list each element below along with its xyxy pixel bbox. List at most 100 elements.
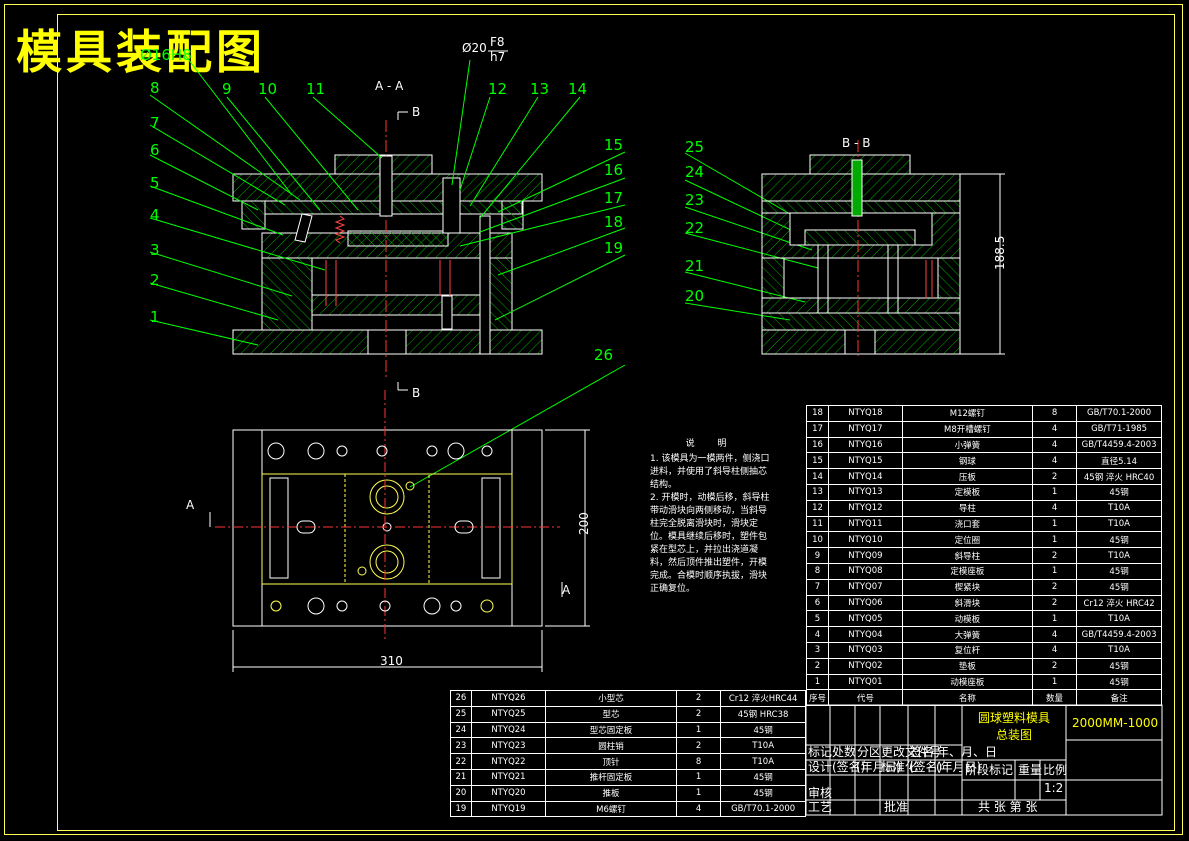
cut-a-left: A bbox=[186, 498, 195, 512]
bom-row: 22 NTYQ22 顶针 8 T10A bbox=[450, 753, 806, 770]
bom-cell: 动模座板 bbox=[901, 673, 1033, 691]
bom-cell: 9 bbox=[805, 547, 830, 564]
bom-cell: T10A bbox=[1076, 515, 1162, 533]
section-bb-label: B - B bbox=[842, 136, 870, 150]
bom-row: 11 NTYQ11 浇口套 1 T10A bbox=[805, 515, 1162, 533]
bom-cell: 13 bbox=[805, 483, 830, 501]
bom-cell: 16 bbox=[805, 436, 830, 454]
bom-cell: GB/T71-1985 bbox=[1076, 420, 1162, 438]
bom-cell: 10 bbox=[805, 531, 830, 549]
balloon-9: 9 bbox=[222, 80, 232, 98]
bom-cell: 推杆固定板 bbox=[545, 768, 678, 786]
bom-cell: 19 bbox=[450, 800, 472, 818]
cut-a-right: A bbox=[562, 583, 571, 597]
bom-row: 18 NTYQ18 M12螺钉 8 GB/T70.1-2000 bbox=[805, 405, 1162, 422]
bom-cell: 型芯固定板 bbox=[545, 721, 678, 739]
bom-cell: NTYQ16 bbox=[828, 436, 903, 454]
bom-cell: NTYQ19 bbox=[470, 800, 547, 818]
bom-cell: 45钢 bbox=[1076, 562, 1162, 580]
bom-row: 2 NTYQ02 垫板 2 45钢 bbox=[805, 657, 1162, 675]
bom-cell: 圆柱销 bbox=[545, 737, 678, 755]
bom-cell: 2 bbox=[1031, 547, 1078, 564]
balloon-26: 26 bbox=[594, 346, 613, 364]
bom-row: 1 NTYQ01 动模座板 1 45钢 bbox=[805, 673, 1162, 691]
bom-cell: 8 bbox=[676, 753, 722, 770]
bom-cell: 4 bbox=[1031, 499, 1078, 517]
bom-cell: 钢球 bbox=[901, 452, 1033, 470]
bom-cell: 11 bbox=[805, 515, 830, 533]
balloon-13: 13 bbox=[530, 80, 549, 98]
plan-view bbox=[215, 390, 560, 640]
bom-cell: M12螺钉 bbox=[901, 405, 1033, 422]
section-aa-label: A - A bbox=[375, 79, 404, 93]
bom-row: 12 NTYQ12 导柱 4 T10A bbox=[805, 499, 1162, 517]
bom-cell: 序号 bbox=[805, 689, 830, 707]
bom-cell: NTYQ03 bbox=[828, 641, 903, 659]
bom-cell: 定位圈 bbox=[901, 531, 1033, 549]
bom-cell: 1 bbox=[676, 784, 722, 802]
bom-cell: 1 bbox=[805, 673, 830, 691]
balloon-8: 8 bbox=[150, 79, 160, 97]
bom-table-right: 18 NTYQ18 M12螺钉 8 GB/T70.1-2000 17 NTYQ17 M8开槽螺… bbox=[805, 405, 1162, 707]
bom-cell: Cr12 淬火HRC44 bbox=[720, 690, 806, 707]
bom-cell: GB/T4459.4-2003 bbox=[1076, 436, 1162, 454]
bom-row: 15 NTYQ15 钢球 4 直径5.14 bbox=[805, 452, 1162, 470]
bom-cell: 45钢 淬火 HRC40 bbox=[1076, 468, 1162, 485]
bom-cell: 大弹簧 bbox=[901, 626, 1033, 643]
bom-cell: 15 bbox=[805, 452, 830, 470]
bom-row: 23 NTYQ23 圆柱销 2 T10A bbox=[450, 737, 806, 755]
bom-cell: 21 bbox=[450, 768, 472, 786]
bom-cell: 6 bbox=[805, 594, 830, 612]
bom-cell: NTYQ25 bbox=[470, 705, 547, 723]
balloon-18: 18 bbox=[604, 213, 623, 231]
bom-row: 26 NTYQ26 小型芯 2 Cr12 淬火HRC44 bbox=[450, 690, 806, 707]
bom-cell: 1 bbox=[1031, 531, 1078, 549]
bom-cell: 小型芯 bbox=[545, 690, 678, 707]
fit-bottom: h7 bbox=[490, 50, 505, 64]
drawing-code: 2000MM-1000 bbox=[1072, 716, 1159, 730]
bom-cell: 定模座板 bbox=[901, 562, 1033, 580]
bom-table-left: 26 NTYQ26 小型芯 2 Cr12 淬火HRC44 25 NTYQ25 型芯 2 45钢 H… bbox=[450, 690, 806, 818]
bom-cell: 8 bbox=[805, 562, 830, 580]
bom-cell: NTYQ04 bbox=[828, 626, 903, 643]
bom-cell: M8开槽螺钉 bbox=[901, 420, 1033, 438]
bom-cell: NTYQ11 bbox=[828, 515, 903, 533]
dim-height: 200 bbox=[577, 512, 591, 535]
balloon-21: 21 bbox=[685, 257, 704, 275]
bom-cell: 22 bbox=[450, 753, 472, 770]
balloon-25: 25 bbox=[685, 138, 704, 156]
balloon-ghost: Ø16H8 bbox=[140, 46, 192, 64]
bom-row: 9 NTYQ09 斜导柱 2 T10A bbox=[805, 547, 1162, 564]
bom-row: 20 NTYQ20 推板 1 45钢 bbox=[450, 784, 806, 802]
bom-cell: 24 bbox=[450, 721, 472, 739]
bom-cell: 垫板 bbox=[901, 657, 1033, 675]
bom-row: 19 NTYQ19 M6螺钉 4 GB/T70.1-2000 bbox=[450, 800, 806, 818]
bom-cell: NTYQ20 bbox=[470, 784, 547, 802]
balloon-5: 5 bbox=[150, 174, 160, 192]
bom-cell: NTYQ06 bbox=[828, 594, 903, 612]
bom-cell: NTYQ14 bbox=[828, 468, 903, 485]
dim-side: 188.5 bbox=[993, 236, 1007, 270]
technical-notes: 说 明 1. 该模具为一模两件，侧浇口进料，并使用了斜导柱侧抽芯结构。 2. 开… bbox=[650, 438, 772, 596]
bom-cell: 45钢 bbox=[1076, 483, 1162, 501]
bom-cell: 名称 bbox=[901, 689, 1033, 707]
bom-cell: 斜导柱 bbox=[901, 547, 1033, 564]
bom-cell: 1 bbox=[1031, 515, 1078, 533]
notes-line-1: 1. 该模具为一模两件，侧浇口进料，并使用了斜导柱侧抽芯结构。 bbox=[650, 454, 770, 490]
bom-row: 24 NTYQ24 型芯固定板 1 45钢 bbox=[450, 721, 806, 739]
bom-cell: 备注 bbox=[1076, 689, 1162, 707]
balloon-16: 16 bbox=[604, 161, 623, 179]
bom-row: 5 NTYQ05 动模板 1 T10A bbox=[805, 610, 1162, 628]
bom-row: 6 NTYQ06 斜滑块 2 Cr12 淬火 HRC42 bbox=[805, 594, 1162, 612]
balloon-3: 3 bbox=[150, 241, 160, 259]
bom-row: 8 NTYQ08 定模座板 1 45钢 bbox=[805, 562, 1162, 580]
bom-cell: 45钢 bbox=[1076, 657, 1162, 675]
bom-cell: 1 bbox=[1031, 483, 1078, 501]
bom-cell: 数量 bbox=[1031, 689, 1078, 707]
balloon-14: 14 bbox=[568, 80, 587, 98]
balloon-22: 22 bbox=[685, 219, 704, 237]
bom-cell: 复位杆 bbox=[901, 641, 1033, 659]
bom-cell: 1 bbox=[1031, 562, 1078, 580]
bom-cell: GB/T4459.4-2003 bbox=[1076, 626, 1162, 643]
bom-row: 16 NTYQ16 小弹簧 4 GB/T4459.4-2003 bbox=[805, 436, 1162, 454]
